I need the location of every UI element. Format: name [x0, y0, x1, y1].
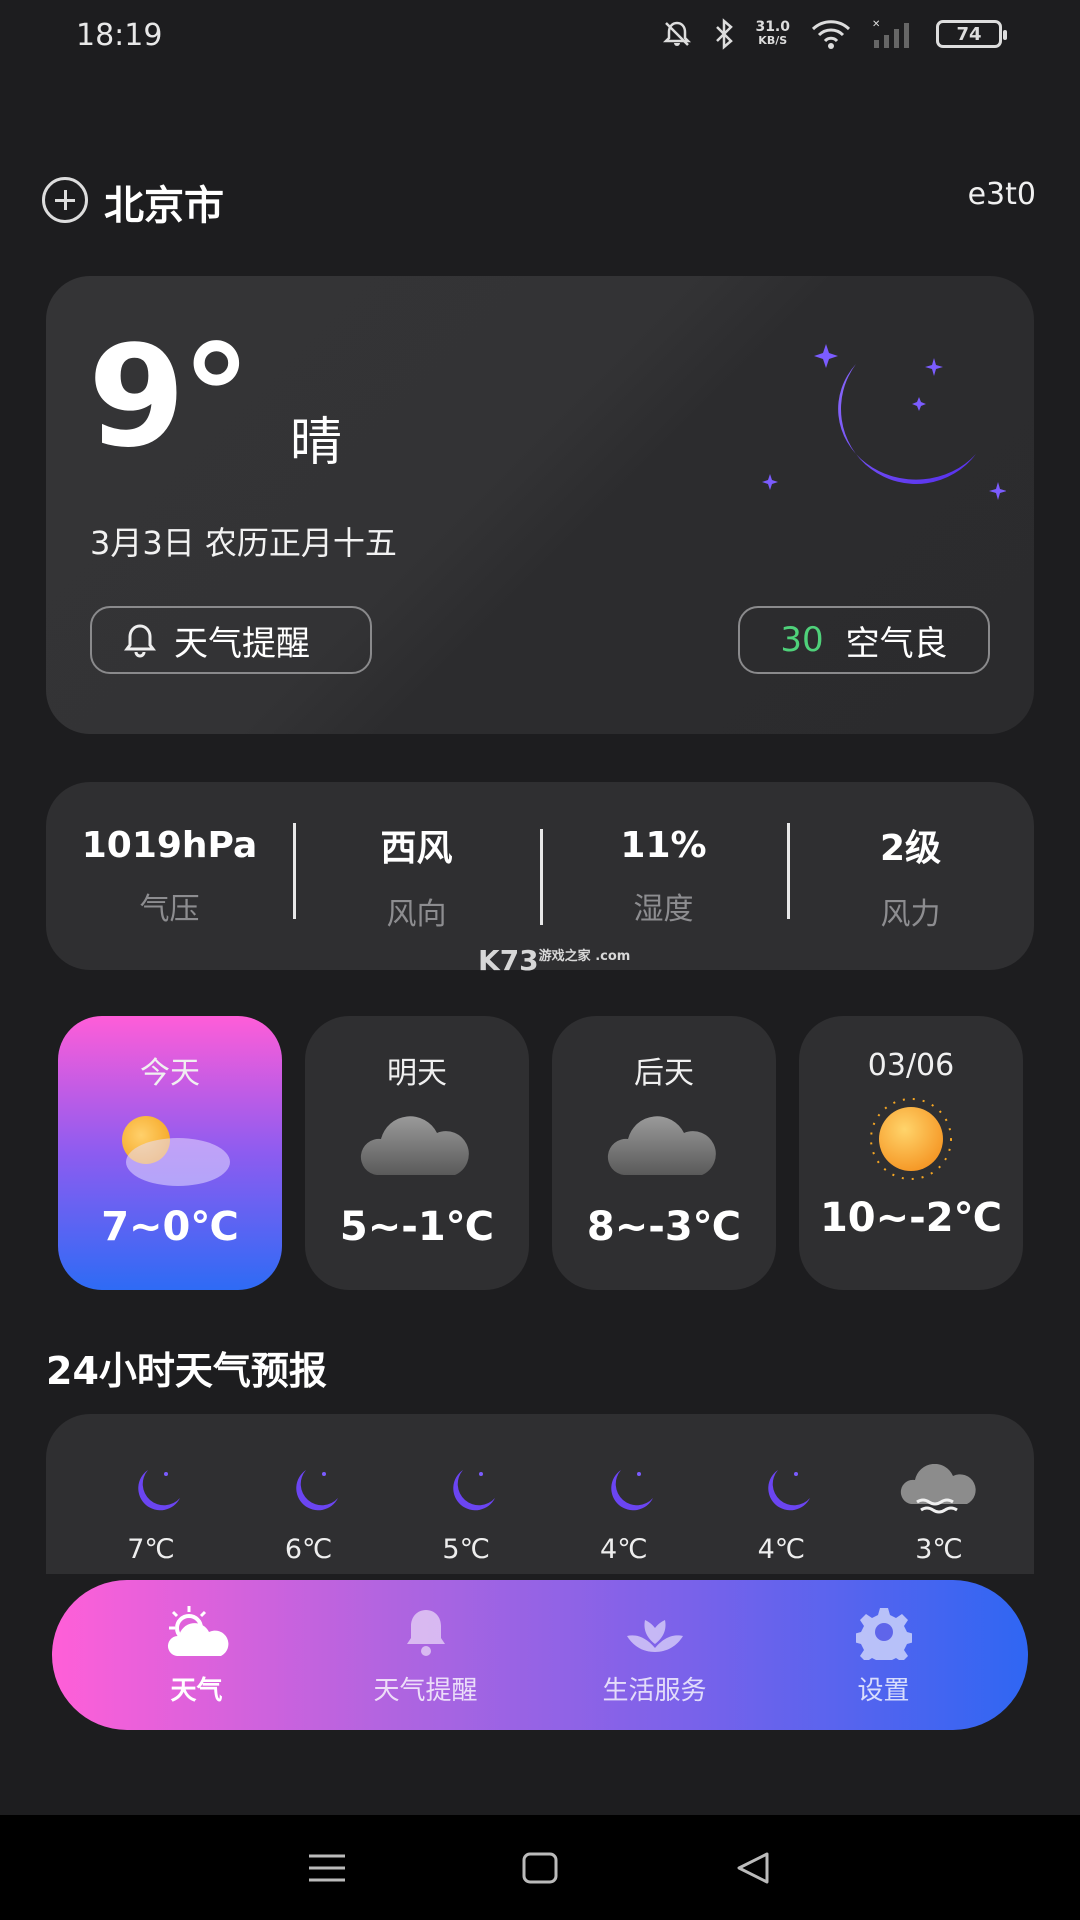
header-right-text[interactable]: e3t0 [968, 177, 1036, 212]
current-temperature: 9° [88, 316, 251, 479]
hourly-item: 5℃ [411, 1414, 521, 1574]
day-card-0306[interactable]: 03/06 10~-2℃ [799, 1016, 1023, 1290]
bottom-tab-bar: 天气 天气提醒 生活服务 设置 [52, 1580, 1028, 1730]
home-icon[interactable] [520, 1851, 560, 1885]
detail-wind-direction: 西风 风向 [293, 819, 540, 933]
wifi-icon [811, 20, 851, 49]
weather-reminder-label: 天气提醒 [174, 623, 310, 664]
detail-humidity: 11% 湿度 [540, 825, 787, 928]
partly-cloudy-icon [122, 1116, 230, 1186]
hourly-item: 7℃ [96, 1414, 206, 1574]
sun-icon [870, 1098, 952, 1180]
current-condition: 晴 [290, 413, 343, 473]
moon-icon [611, 1470, 653, 1511]
tab-life-services[interactable]: 生活服务 [555, 1604, 755, 1707]
mute-notification-icon [663, 21, 692, 46]
cloud-icon [607, 1116, 716, 1175]
day-card-today[interactable]: 今天 7~0℃ [58, 1016, 282, 1290]
moon-icon [295, 1470, 338, 1511]
gear-icon [853, 1607, 914, 1668]
fog-icon [900, 1463, 976, 1514]
moon-icon [768, 1470, 811, 1511]
current-date: 3月3日 农历正月十五 [90, 524, 397, 562]
moon-icon [762, 344, 1006, 500]
menu-icon[interactable] [307, 1851, 347, 1885]
signal-icon: ✕ [872, 19, 909, 48]
hourly-forecast-title: 24小时天气预报 [46, 1349, 327, 1393]
svg-text:✕: ✕ [872, 19, 880, 30]
status-icons: 31.0 KB/S ✕ 74 [661, 18, 1007, 50]
current-weather-card: 9° 晴 3月3日 农历正月十五 天气提醒 30 空气良 [46, 276, 1034, 734]
hourly-item: 6℃ [254, 1414, 364, 1574]
bell-icon [124, 624, 156, 658]
app-header: 北京市 e3t0 [0, 165, 1080, 229]
city-name[interactable]: 北京市 [104, 173, 224, 231]
lotus-icon [626, 1619, 683, 1652]
weather-reminder-button[interactable]: 天气提醒 [90, 606, 372, 674]
tab-weather-reminder[interactable]: 天气提醒 [326, 1604, 526, 1707]
detail-wind-level: 2级 风力 [787, 819, 1034, 933]
system-nav-bar [0, 1815, 1080, 1920]
back-icon[interactable] [733, 1851, 773, 1885]
day-card-tomorrow[interactable]: 明天 5~-1℃ [305, 1016, 529, 1290]
air-quality-button[interactable]: 30 空气良 [738, 606, 990, 674]
hourly-forecast-list[interactable]: 7℃ 6℃ 5℃ 4℃ 4℃ 3℃ [46, 1414, 1034, 1574]
moon-icon [138, 1470, 180, 1511]
weather-details: 1019hPa 气压 西风 风向 11% 湿度 2级 风力 [46, 782, 1034, 970]
watermark: K73游戏之家 .com [478, 944, 631, 977]
battery-indicator: 74 [936, 20, 1007, 48]
bluetooth-icon [716, 18, 734, 50]
hourly-item: 4℃ [726, 1414, 836, 1574]
status-bar: 18:19 31.0 KB/S ✕ 74 [0, 0, 1080, 80]
aqi-value: 30 [780, 620, 824, 660]
add-city-icon[interactable] [42, 177, 88, 223]
detail-pressure: 1019hPa 气压 [81, 824, 258, 927]
tab-settings[interactable]: 设置 [784, 1604, 984, 1707]
aqi-label: 空气良 [845, 623, 948, 664]
weather-icon [167, 1605, 228, 1656]
net-speed: 31.0 KB/S [755, 19, 790, 47]
tab-weather[interactable]: 天气 [97, 1604, 297, 1707]
cloud-icon [360, 1116, 469, 1175]
day-card-day-after[interactable]: 后天 8~-3℃ [552, 1016, 776, 1290]
hourly-item: 4℃ [569, 1414, 679, 1574]
hourly-item: 3℃ [884, 1414, 994, 1574]
bell-icon [406, 1609, 445, 1656]
status-time: 18:19 [76, 18, 163, 53]
moon-icon [453, 1470, 496, 1511]
